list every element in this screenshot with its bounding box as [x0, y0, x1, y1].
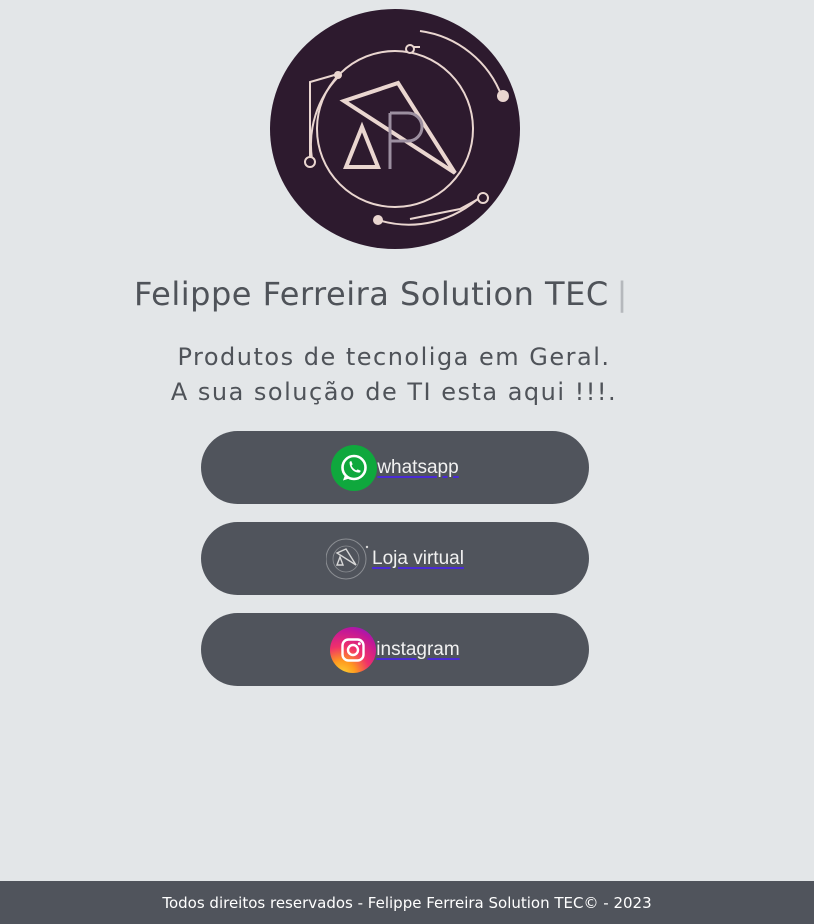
typing-cursor: |	[616, 275, 628, 313]
tagline-line-2: A sua solução de TI esta aqui !!!.	[170, 378, 618, 406]
page-title: Felippe Ferreira Solution TEC |	[134, 274, 628, 314]
whatsapp-label[interactable]: whatsapp	[377, 457, 458, 479]
instagram-button[interactable]: instagram	[201, 613, 589, 686]
tagline-line-1: Produtos de tecnoliga em Geral.	[177, 343, 611, 371]
store-label[interactable]: Loja virtual	[372, 548, 464, 570]
footer-copyright: Todos direitos reservados - Felippe Ferr…	[162, 893, 652, 912]
store-logo-icon	[326, 538, 369, 579]
page-title-text: Felippe Ferreira Solution TEC	[134, 275, 609, 313]
company-logo	[270, 9, 520, 249]
instagram-icon	[330, 626, 377, 673]
whatsapp-icon	[331, 444, 378, 491]
whatsapp-button[interactable]: whatsapp	[201, 431, 589, 504]
footer: Todos direitos reservados - Felippe Ferr…	[0, 881, 814, 924]
instagram-label[interactable]: instagram	[376, 639, 459, 661]
store-button[interactable]: Loja virtual	[201, 522, 589, 595]
